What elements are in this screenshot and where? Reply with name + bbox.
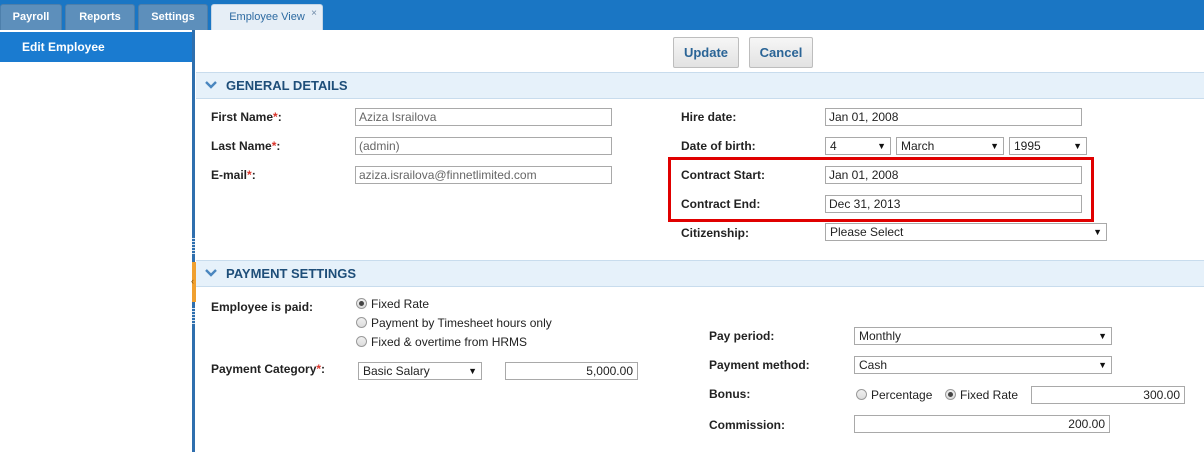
contract-end-label: Contract End: [681,197,761,211]
splitter-grip-icon [192,306,195,326]
radio-button-icon [356,298,367,309]
payment-settings-header[interactable]: PAYMENT SETTINGS [196,260,1204,287]
dropdown-caret-icon: ▼ [1073,141,1082,151]
select-value: Cash [859,358,888,372]
commission-field[interactable]: 200.00 [854,415,1110,433]
tab-employee-view[interactable]: Employee View × [211,4,323,30]
top-tab-bar: Payroll Reports Settings Employee View × [0,0,1204,30]
bonus-label: Bonus: [709,387,751,401]
section-title: PAYMENT SETTINGS [226,266,357,281]
radio-fixed-overtime[interactable]: Fixed & overtime from HRMS [356,335,527,351]
dropdown-caret-icon: ▼ [468,366,477,376]
tab-payroll[interactable]: Payroll [0,4,62,30]
tab-settings[interactable]: Settings [138,4,208,30]
dropdown-caret-icon: ▼ [1098,360,1107,370]
pay-period-label: Pay period: [709,329,775,343]
tab-label: Settings [151,11,195,23]
section-title: GENERAL DETAILS [226,78,348,93]
citizenship-select[interactable]: Please Select ▼ [825,223,1107,241]
general-details-header[interactable]: GENERAL DETAILS [196,72,1204,99]
main-content: Update Cancel GENERAL DETAILS First Name… [196,30,1204,452]
dropdown-caret-icon: ▼ [877,141,886,151]
select-value: 4 [830,139,837,153]
cancel-button[interactable]: Cancel [749,37,813,68]
dropdown-caret-icon: ▼ [990,141,999,151]
sidebar: Edit Employee [0,30,192,452]
update-button[interactable]: Update [673,37,739,68]
select-value: Please Select [830,225,904,239]
dob-year-select[interactable]: 1995 ▼ [1009,137,1087,155]
radio-button-icon [856,389,867,400]
payment-category-label: Payment Category*: [211,362,326,376]
bonus-amount-field[interactable]: 300.00 [1031,386,1185,404]
radio-fixed-rate[interactable]: Fixed Rate [356,297,429,313]
dob-day-select[interactable]: 4 ▼ [825,137,891,155]
radio-bonus-fixed-rate[interactable]: Fixed Rate [945,388,1018,404]
radio-bonus-percentage[interactable]: Percentage [856,388,932,404]
tab-label: Employee View [229,11,305,23]
contract-start-field[interactable]: Jan 01, 2008 [825,166,1082,184]
radio-label: Fixed Rate [371,297,430,311]
hire-date-field[interactable]: Jan 01, 2008 [825,108,1082,126]
contract-end-field[interactable]: Dec 31, 2013 [825,195,1082,213]
radio-label: Payment by Timesheet hours only [371,316,552,330]
dob-label: Date of birth: [681,139,756,153]
pay-period-select[interactable]: Monthly ▼ [854,327,1112,345]
payment-method-select[interactable]: Cash ▼ [854,356,1112,374]
contract-start-label: Contract Start: [681,168,766,182]
chevron-down-icon [205,261,217,287]
first-name-label: First Name*: [211,110,282,124]
sidebar-item-label: Edit Employee [22,40,105,54]
last-name-label: Last Name*: [211,139,281,153]
select-value: Basic Salary [363,364,430,378]
dropdown-caret-icon: ▼ [1098,331,1107,341]
sidebar-item-edit-employee[interactable]: Edit Employee [0,32,192,62]
payment-method-label: Payment method: [709,358,810,372]
chevron-down-icon [205,73,217,99]
email-label: E-mail*: [211,168,256,182]
radio-label: Fixed Rate [960,388,1019,402]
select-value: March [901,139,935,153]
email-field[interactable]: aziza.israilova@finnetlimited.com [355,166,612,184]
hire-date-label: Hire date: [681,110,737,124]
splitter-grip-icon [192,236,195,256]
commission-label: Commission: [709,418,786,432]
radio-button-icon [356,336,367,347]
tab-label: Payroll [12,11,50,23]
payment-category-select[interactable]: Basic Salary ▼ [358,362,482,380]
employee-paid-label: Employee is paid: [211,300,314,314]
tab-reports[interactable]: Reports [65,4,135,30]
radio-button-icon [356,317,367,328]
citizenship-label: Citizenship: [681,226,749,240]
payment-category-amount-field[interactable]: 5,000.00 [505,362,638,380]
radio-button-icon [945,389,956,400]
dropdown-caret-icon: ▼ [1093,227,1102,237]
radio-label: Fixed & overtime from HRMS [371,335,528,349]
close-icon[interactable]: × [311,1,317,26]
tab-label: Reports [79,11,121,23]
first-name-field[interactable]: Aziza Israilova [355,108,612,126]
select-value: 1995 [1014,139,1041,153]
radio-timesheet-hours[interactable]: Payment by Timesheet hours only [356,316,552,332]
chevron-left-icon: ‹ [191,276,194,286]
radio-label: Percentage [871,388,933,402]
dob-month-select[interactable]: March ▼ [896,137,1004,155]
sidebar-splitter[interactable] [192,30,195,452]
select-value: Monthly [859,329,902,343]
last-name-field[interactable]: (admin) [355,137,612,155]
